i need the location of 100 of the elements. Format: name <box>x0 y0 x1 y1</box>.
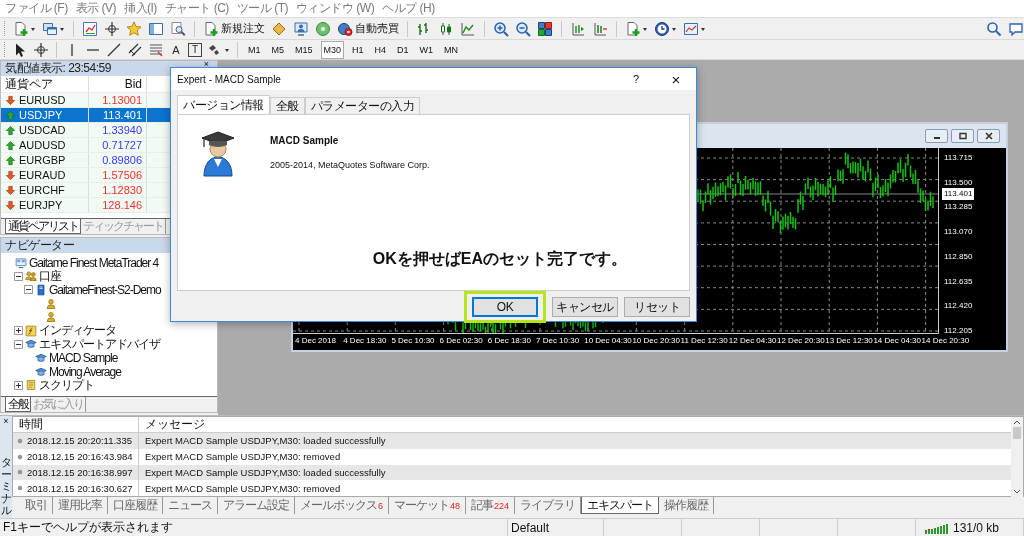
star-icon[interactable] <box>126 20 142 37</box>
tree-item[interactable]: 口座 <box>39 267 61 285</box>
timeframe-button[interactable]: W1 <box>416 40 437 59</box>
timeframe-button[interactable]: H1 <box>349 40 367 59</box>
dialog-tab[interactable]: バージョン情報 <box>177 95 270 114</box>
chart-shift-icon[interactable] <box>592 20 608 37</box>
person-monitor-icon[interactable] <box>293 20 309 37</box>
minimize-button[interactable] <box>925 129 948 143</box>
help-button[interactable]: ? <box>616 68 656 90</box>
dialog-button[interactable]: キャンセル <box>552 297 618 317</box>
text-tool-button[interactable]: A <box>169 42 183 57</box>
expander-icon[interactable] <box>14 380 23 390</box>
traffic-status: 131/0 kb <box>953 520 1000 535</box>
menu-item[interactable]: ヘルプ (H) <box>379 0 440 17</box>
terminal-tab[interactable]: メールボックス6 <box>295 497 389 514</box>
terminal-tab[interactable]: 操作履歴 <box>659 497 715 514</box>
column-header[interactable]: 時間 <box>13 417 139 432</box>
document-plus-icon[interactable] <box>625 20 648 37</box>
chart-end-icon[interactable] <box>570 20 586 37</box>
tree-item[interactable]: Moving Average <box>49 364 121 379</box>
close-button[interactable] <box>977 129 1000 143</box>
column-header[interactable]: メッセージ <box>139 416 205 433</box>
terminal-tab[interactable]: 口座履歴 <box>108 497 163 514</box>
close-button[interactable]: × <box>203 61 209 68</box>
symbol-cell: EURCHF <box>19 184 65 196</box>
menu-item[interactable]: 表示 (V) <box>72 0 121 17</box>
panel-title: ターミナル <box>0 456 12 517</box>
windows-icon[interactable] <box>42 20 65 37</box>
text-label-tool-button[interactable]: T <box>188 42 202 57</box>
timeframe-button[interactable]: M15 <box>292 40 316 59</box>
timeframe-button[interactable]: H4 <box>371 40 390 59</box>
expander-icon[interactable] <box>14 339 23 349</box>
terminal-tab[interactable]: 運用比率 <box>53 497 108 514</box>
column-header[interactable]: 通貨ペア <box>1 76 89 92</box>
crosshair-icon[interactable] <box>33 41 49 58</box>
timeframe-button[interactable]: M30 <box>320 40 345 59</box>
maximize-button[interactable] <box>951 129 974 143</box>
terminal-tab[interactable]: エキスパート <box>581 497 660 514</box>
column-header[interactable]: Bid <box>89 76 147 92</box>
message-cell-text: Expert MACD Sample USDJPY,M30: loaded successfully <box>144 467 386 478</box>
clock-icon[interactable] <box>654 20 677 37</box>
dialog-tab[interactable]: パラメーターの入力 <box>304 97 420 114</box>
timeframe-button[interactable]: MN <box>441 40 462 59</box>
candlestick-icon[interactable] <box>438 20 454 37</box>
menu-item[interactable]: ファイル (F) <box>2 0 73 17</box>
dialog-button[interactable]: OK <box>472 297 538 317</box>
menu-item[interactable]: ウィンドウ (W) <box>293 0 380 17</box>
document-plus-icon[interactable] <box>13 20 36 37</box>
terminal-tab[interactable]: 取引 <box>20 497 53 514</box>
magnifier-icon[interactable] <box>170 20 186 37</box>
expander-icon[interactable] <box>14 271 23 281</box>
menu-item[interactable]: チャート (C) <box>161 0 234 17</box>
close-button[interactable]: × <box>3 416 9 426</box>
diamond-icon[interactable] <box>271 20 287 37</box>
tree-item[interactable]: Gaitame Finest MetaTrader 4 <box>29 255 159 270</box>
symbol-cell: AUDUSD <box>19 139 66 151</box>
zoom-out-icon[interactable] <box>515 20 531 37</box>
terminal-tab[interactable]: 記事224 <box>466 497 516 514</box>
crosshair-icon[interactable] <box>104 20 120 37</box>
tree-item[interactable]: GaitameFinest-S2-Demo <box>49 283 161 297</box>
bid-cell: 0.71727 <box>89 138 147 152</box>
broadcast-icon[interactable] <box>315 20 331 37</box>
zoom-in-icon[interactable] <box>493 20 509 37</box>
dialog-button[interactable]: リセット <box>624 297 690 317</box>
time-cell: 2018.12.15 20:20:11.335 <box>27 435 132 447</box>
profile-status: Default <box>508 519 604 536</box>
scrollbar[interactable] <box>1011 417 1023 497</box>
robot-icon <box>337 20 353 37</box>
tile-windows-icon[interactable] <box>537 20 553 37</box>
expander-icon[interactable] <box>14 326 23 336</box>
axis-label: 11 Dec 12:30 <box>680 336 728 345</box>
panel-tab[interactable]: 全般 <box>5 397 31 412</box>
panel-icon[interactable] <box>148 20 164 37</box>
line-chart-icon[interactable] <box>460 20 476 37</box>
template-icon[interactable] <box>683 20 706 37</box>
fibonacci-icon[interactable] <box>148 41 164 58</box>
close-icon <box>983 132 994 140</box>
terminal-tab[interactable]: ニュース <box>163 497 218 514</box>
trend-line-icon[interactable] <box>106 41 122 58</box>
close-button[interactable]: × <box>656 68 696 90</box>
menu-item[interactable]: 挿入(I) <box>121 0 162 17</box>
search-icon[interactable] <box>986 20 1002 37</box>
panel-tab[interactable]: 通貨ペアリスト <box>5 219 81 234</box>
timeframe-button[interactable]: M1 <box>245 40 264 59</box>
axis-label: 14 Dec 04:30 <box>873 336 921 345</box>
terminal-tab[interactable]: マーケット 48 <box>389 497 467 514</box>
new-order-button[interactable]: 新規注文 <box>203 20 265 37</box>
dialog-tab[interactable]: 全般 <box>269 97 305 114</box>
chat-icon[interactable] <box>1008 20 1024 37</box>
terminal-tab[interactable]: アラーム設定 <box>218 497 295 514</box>
price-label: 112.205 <box>943 325 974 337</box>
channel-icon[interactable] <box>127 41 143 58</box>
expander-icon[interactable] <box>24 285 33 295</box>
menu-item[interactable]: ツール (T) <box>233 0 293 17</box>
chart-window-icon[interactable] <box>82 20 98 37</box>
timeframe-button[interactable]: D1 <box>394 40 412 59</box>
tree-item[interactable]: MACD Sample <box>49 350 118 365</box>
timeframe-button[interactable]: M5 <box>268 40 288 59</box>
bid-cell: 1.13001 <box>89 93 147 107</box>
auto-trading-button[interactable]: 自動売買 <box>337 20 399 37</box>
